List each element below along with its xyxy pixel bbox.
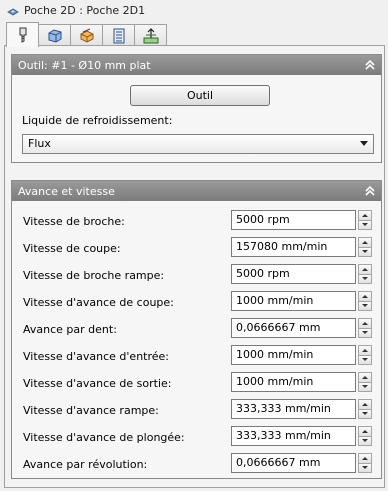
spin-up-icon[interactable] bbox=[358, 453, 372, 464]
geometry-tab-icon bbox=[48, 28, 61, 43]
feed-row: Vitesse de broche: 5000 rpm bbox=[12, 210, 381, 236]
spindle-speed-input[interactable]: 5000 rpm bbox=[231, 210, 356, 230]
spin-up-icon[interactable] bbox=[358, 372, 372, 383]
spin-down-icon[interactable] bbox=[358, 355, 372, 365]
coolant-label: Liquide de refroidissement: bbox=[22, 114, 173, 127]
feed-row: Avance par dent: 0,0666667 mm bbox=[12, 318, 381, 344]
ramp-feedrate-label: Vitesse d'avance rampe: bbox=[23, 404, 159, 417]
feed-per-tooth-input[interactable]: 0,0666667 mm bbox=[231, 318, 356, 338]
tool-panel-title: Outil: #1 - Ø10 mm plat bbox=[18, 58, 151, 72]
spin-up-icon[interactable] bbox=[358, 426, 372, 437]
cutting-feedrate-field[interactable]: 1000 mm/min bbox=[231, 291, 372, 311]
cutting-speed-field[interactable]: 157080 mm/min bbox=[231, 237, 372, 257]
plunge-feedrate-label: Vitesse d'avance de plongée: bbox=[23, 431, 185, 444]
spin-down-icon[interactable] bbox=[358, 382, 372, 392]
lead-out-feedrate-input[interactable]: 1000 mm/min bbox=[231, 372, 356, 392]
spindle-speed-field[interactable]: 5000 rpm bbox=[231, 210, 372, 230]
double-chevron-up-icon[interactable] bbox=[363, 184, 377, 198]
tool-tab-icon bbox=[19, 27, 26, 43]
ramp-feedrate-field[interactable]: 333,333 mm/min bbox=[231, 399, 372, 419]
tab-passes[interactable] bbox=[102, 24, 135, 46]
title-bar: Poche 2D : Poche 2D1 bbox=[0, 0, 388, 20]
feed-row: Vitesse d'avance d'entrée: 1000 mm/min bbox=[12, 345, 381, 371]
ramp-spindle-speed-label: Vitesse de broche rampe: bbox=[23, 269, 165, 282]
lead-out-feedrate-field[interactable]: 1000 mm/min bbox=[231, 372, 372, 392]
tool-panel: Outil: #1 - Ø10 mm plat Outil Liquide de… bbox=[11, 54, 382, 163]
feed-row: Vitesse de coupe: 157080 mm/min bbox=[12, 237, 381, 263]
cutting-feedrate-input[interactable]: 1000 mm/min bbox=[231, 291, 356, 311]
spin-down-icon[interactable] bbox=[358, 463, 372, 473]
tool-panel-header[interactable]: Outil: #1 - Ø10 mm plat bbox=[12, 55, 381, 75]
spin-up-icon[interactable] bbox=[358, 318, 372, 329]
feed-row: Vitesse de broche rampe: 5000 rpm bbox=[12, 264, 381, 290]
spin-up-icon[interactable] bbox=[358, 399, 372, 410]
spindle-speed-label: Vitesse de broche: bbox=[23, 215, 125, 228]
coolant-value: Flux bbox=[28, 137, 51, 150]
tab-bar bbox=[6, 22, 167, 47]
spin-up-icon[interactable] bbox=[358, 291, 372, 302]
tool-button[interactable]: Outil bbox=[130, 85, 270, 106]
feed-per-revolution-field[interactable]: 0,0666667 mm bbox=[231, 453, 372, 473]
feed-panel: Avance et vitesse Vitesse de broche: 500… bbox=[11, 180, 382, 479]
plunge-feedrate-input[interactable]: 333,333 mm/min bbox=[231, 426, 356, 446]
tab-heights[interactable] bbox=[70, 24, 103, 46]
cutting-speed-label: Vitesse de coupe: bbox=[23, 242, 121, 255]
passes-tab-icon bbox=[113, 28, 124, 43]
feed-per-tooth-label: Avance par dent: bbox=[23, 323, 117, 336]
spin-down-icon[interactable] bbox=[358, 247, 372, 257]
feed-row: Vitesse d'avance de sortie: 1000 mm/min bbox=[12, 372, 381, 398]
cutting-speed-input[interactable]: 157080 mm/min bbox=[231, 237, 356, 257]
feed-row: Vitesse d'avance de coupe: 1000 mm/min bbox=[12, 291, 381, 317]
lead-in-feedrate-label: Vitesse d'avance d'entrée: bbox=[23, 350, 170, 363]
tab-linking[interactable] bbox=[134, 24, 167, 46]
spin-up-icon[interactable] bbox=[358, 345, 372, 356]
tab-geometry[interactable] bbox=[38, 24, 71, 46]
feed-row: Avance par révolution: 0,0666667 mm bbox=[12, 453, 381, 479]
spin-down-icon[interactable] bbox=[358, 328, 372, 338]
ramp-spindle-speed-field[interactable]: 5000 rpm bbox=[231, 264, 372, 284]
tab-content-frame: Outil: #1 - Ø10 mm plat Outil Liquide de… bbox=[4, 45, 385, 488]
ramp-feedrate-input[interactable]: 333,333 mm/min bbox=[231, 399, 356, 419]
feed-panel-header[interactable]: Avance et vitesse bbox=[12, 181, 381, 201]
coolant-select[interactable]: Flux bbox=[22, 134, 374, 154]
spin-down-icon[interactable] bbox=[358, 436, 372, 446]
window-title: Poche 2D : Poche 2D1 bbox=[24, 3, 146, 17]
feed-row: Vitesse d'avance rampe: 333,333 mm/min bbox=[12, 399, 381, 425]
spin-up-icon[interactable] bbox=[358, 264, 372, 275]
pocket-app-icon bbox=[6, 3, 20, 17]
double-chevron-up-icon[interactable] bbox=[363, 58, 377, 72]
feed-panel-title: Avance et vitesse bbox=[18, 184, 115, 198]
lead-in-feedrate-input[interactable]: 1000 mm/min bbox=[231, 345, 356, 365]
feed-per-revolution-input[interactable]: 0,0666667 mm bbox=[231, 453, 356, 473]
lead-out-feedrate-label: Vitesse d'avance de sortie: bbox=[23, 377, 172, 390]
lead-in-feedrate-field[interactable]: 1000 mm/min bbox=[231, 345, 372, 365]
spin-down-icon[interactable] bbox=[358, 220, 372, 230]
spin-up-icon[interactable] bbox=[358, 237, 372, 248]
feed-row: Vitesse d'avance de plongée: 333,333 mm/… bbox=[12, 426, 381, 452]
feed-per-tooth-field[interactable]: 0,0666667 mm bbox=[231, 318, 372, 338]
spin-down-icon[interactable] bbox=[358, 274, 372, 284]
spin-up-icon[interactable] bbox=[358, 210, 372, 221]
heights-tab-icon bbox=[80, 28, 93, 43]
cutting-feedrate-label: Vitesse d'avance de coupe: bbox=[23, 296, 174, 309]
linking-tab-icon bbox=[143, 27, 158, 43]
feed-per-revolution-label: Avance par révolution: bbox=[23, 458, 148, 471]
tab-tool[interactable] bbox=[6, 22, 39, 47]
plunge-feedrate-field[interactable]: 333,333 mm/min bbox=[231, 426, 372, 446]
spin-down-icon[interactable] bbox=[358, 301, 372, 311]
chevron-down-icon bbox=[360, 141, 368, 146]
spin-down-icon[interactable] bbox=[358, 409, 372, 419]
ramp-spindle-speed-input[interactable]: 5000 rpm bbox=[231, 264, 356, 284]
